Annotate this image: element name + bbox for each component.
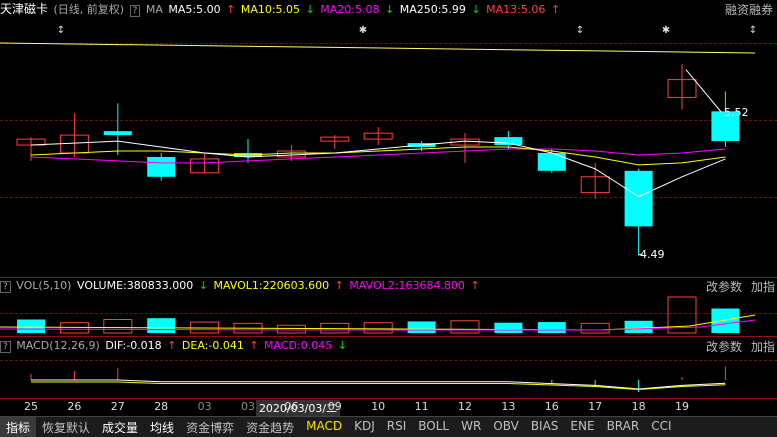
- candle-body: [147, 156, 176, 177]
- volume-bar: [537, 322, 566, 333]
- tab-ENE[interactable]: ENE: [564, 417, 600, 437]
- tab-MACD[interactable]: MACD: [300, 417, 348, 437]
- tab-均线[interactable]: 均线: [144, 417, 180, 437]
- high-price-label: 5.52: [724, 106, 749, 119]
- volume-value: VOLUME:380833.000: [76, 279, 194, 292]
- tab-BRAR[interactable]: BRAR: [601, 417, 646, 437]
- candle-body: [624, 170, 653, 227]
- tab-恢复默认[interactable]: 恢复默认: [36, 417, 96, 437]
- macd-header: ? MACD(12,26,9) DIF:-0.018 ↑ DEA:-0.041 …: [0, 338, 349, 354]
- candle-body: [537, 152, 566, 171]
- date-label: 09: [327, 400, 342, 413]
- date-label: 16: [544, 400, 559, 413]
- macd-label: MACD(12,26,9): [16, 339, 100, 352]
- mavol2-arrow-icon: ↑: [470, 279, 480, 292]
- volume-bar: [624, 320, 653, 333]
- volume-bar: [580, 322, 610, 334]
- event-marker-icon: ↕: [576, 25, 584, 36]
- tab-WR[interactable]: WR: [455, 417, 487, 437]
- event-marker-icon: ↕: [57, 25, 65, 36]
- tab-指标[interactable]: 指标: [0, 417, 37, 437]
- tab-OBV[interactable]: OBV: [487, 417, 525, 437]
- date-label: 17: [588, 400, 603, 413]
- macd-edit-params-button[interactable]: 改参数: [706, 338, 742, 355]
- date-label: 03: [197, 400, 212, 413]
- macd-help-icon[interactable]: ?: [0, 341, 11, 353]
- candle-body: [103, 131, 132, 136]
- date-label: 27: [110, 400, 125, 413]
- date-label: 06: [284, 400, 299, 413]
- vol-add-indicator-button[interactable]: 加指: [751, 278, 775, 295]
- date-label: 28: [154, 400, 169, 413]
- tab-成交量[interactable]: 成交量: [96, 417, 144, 437]
- tab-资金博弈[interactable]: 资金博弈: [180, 417, 240, 437]
- dea-arrow-icon: ↑: [249, 339, 259, 352]
- volume-arrow-icon: ↓: [198, 279, 208, 292]
- volume-bar: [276, 324, 306, 334]
- tab-RSI[interactable]: RSI: [381, 417, 413, 437]
- volume-bar: [17, 319, 45, 333]
- event-marker-icon: ✱: [662, 25, 670, 36]
- date-label: 26: [67, 400, 82, 413]
- dif-value: DIF:-0.018: [105, 339, 162, 352]
- volume-bar: [494, 322, 523, 333]
- ma250-line: [0, 42, 756, 54]
- vol-help-icon[interactable]: ?: [0, 281, 11, 293]
- tab-CCI[interactable]: CCI: [645, 417, 677, 437]
- tab-BOLL[interactable]: BOLL: [412, 417, 455, 437]
- indicator-tabs: 指标 恢复默认 成交量 均线 资金博弈 资金趋势 MACD KDJ RSI BOLL WR OBV BI…: [0, 416, 777, 437]
- mavol1-arrow-icon: ↑: [334, 279, 344, 292]
- dif-arrow-icon: ↑: [167, 339, 177, 352]
- volume-bar: [450, 320, 480, 334]
- date-label: 18: [631, 400, 646, 413]
- macd-arrow-icon: ↓: [337, 339, 347, 352]
- mavol2-value: MAVOL2:163684.800: [349, 279, 465, 292]
- volume-bar: [711, 308, 740, 333]
- kline-chart[interactable]: ↕ ✱ ↕ ✱ ↕: [0, 0, 777, 436]
- vol-header: ? VOL(5,10) VOLUME:380833.000 ↓ MAVOL1:2…: [0, 278, 482, 294]
- date-label: 25: [24, 400, 38, 413]
- date-axis: 25 26 27 28 03 03 2020/03/03/二 06 09 10 11 12 13 16 17…: [0, 398, 777, 416]
- tab-BIAS[interactable]: BIAS: [525, 417, 565, 437]
- macd-add-indicator-button[interactable]: 加指: [751, 338, 775, 355]
- dea-value: DEA:-0.041: [181, 339, 244, 352]
- date-label: 12: [458, 400, 472, 413]
- volume-bar: [407, 321, 436, 333]
- tab-资金趋势[interactable]: 资金趋势: [240, 417, 300, 437]
- volume-bar: [103, 319, 133, 334]
- volume-bar: [363, 322, 393, 334]
- ma5-line: [30, 140, 726, 198]
- dea-line: [31, 381, 726, 391]
- candle-body: [494, 137, 523, 146]
- date-label: 11: [414, 400, 429, 413]
- macd-value: MACD:0.045: [264, 339, 333, 352]
- date-label: 10: [371, 400, 386, 413]
- volume-bar: [147, 318, 176, 333]
- low-price-label: 4.49: [640, 248, 665, 261]
- date-label: 19: [675, 400, 689, 413]
- tab-KDJ[interactable]: KDJ: [348, 417, 381, 437]
- vol-label: VOL(5,10): [16, 279, 72, 292]
- date-label: 13: [501, 400, 516, 413]
- high-pointer: [685, 69, 723, 114]
- vol-edit-params-button[interactable]: 改参数: [706, 278, 742, 295]
- mavol1-value: MAVOL1:220603.600: [213, 279, 330, 292]
- event-marker-icon: ↕: [749, 25, 757, 36]
- dif-line: [31, 379, 726, 390]
- event-marker-icon: ✱: [359, 25, 367, 36]
